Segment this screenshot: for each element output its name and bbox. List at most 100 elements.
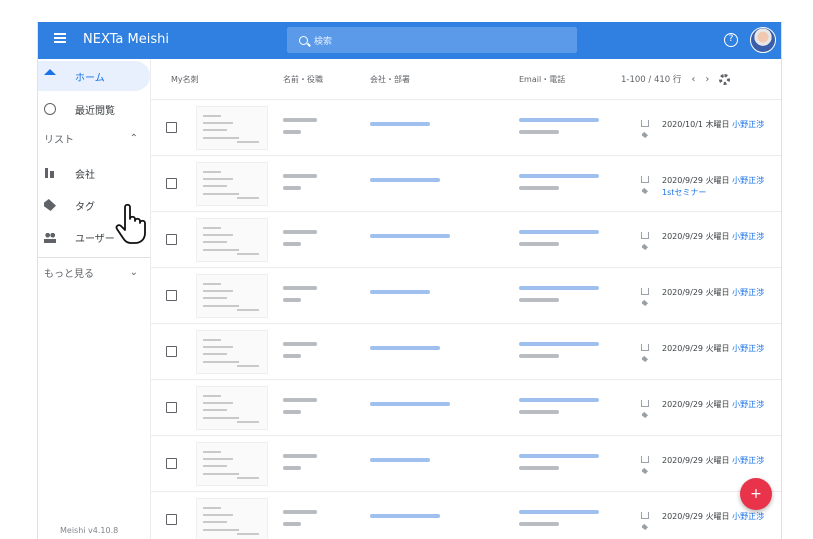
company-name-redacted[interactable] bbox=[370, 514, 440, 518]
row-checkbox[interactable] bbox=[166, 402, 177, 413]
share-icon[interactable] bbox=[641, 400, 649, 407]
table-row[interactable]: 2020/9/29 火曜日 小野正渉 bbox=[151, 267, 781, 323]
email-redacted[interactable] bbox=[519, 342, 599, 346]
table-row[interactable]: 2020/9/29 火曜日 小野正渉 1stセミナー bbox=[151, 155, 781, 211]
tag-icon[interactable] bbox=[642, 524, 648, 530]
share-icon[interactable] bbox=[641, 176, 649, 183]
tag-icon bbox=[44, 199, 56, 211]
company-name-redacted[interactable] bbox=[370, 122, 430, 126]
contact-name-redacted bbox=[283, 342, 317, 346]
search-icon bbox=[299, 35, 308, 45]
add-card-button[interactable]: + bbox=[740, 478, 772, 510]
owner-link[interactable]: 小野正渉 bbox=[732, 512, 764, 521]
email-redacted[interactable] bbox=[519, 230, 599, 234]
column-header-my-card[interactable]: My名刺 bbox=[171, 59, 199, 99]
column-header-name[interactable]: 名前・役職 bbox=[283, 59, 323, 99]
email-redacted[interactable] bbox=[519, 286, 599, 290]
owner-link[interactable]: 小野正渉 bbox=[732, 344, 764, 353]
contact-title-redacted bbox=[283, 410, 301, 414]
company-name-redacted[interactable] bbox=[370, 178, 440, 182]
company-name-redacted[interactable] bbox=[370, 402, 450, 406]
chevron-up-icon: ⌃ bbox=[129, 132, 138, 144]
phone-redacted bbox=[519, 354, 559, 358]
row-checkbox[interactable] bbox=[166, 178, 177, 189]
column-header-company[interactable]: 会社・部署 bbox=[370, 59, 410, 99]
sidebar-item-home[interactable]: ホーム bbox=[38, 61, 150, 91]
table-row[interactable]: 2020/9/29 火曜日 小野正渉 bbox=[151, 211, 781, 267]
tag-icon[interactable] bbox=[642, 244, 648, 250]
tag-icon[interactable] bbox=[642, 188, 648, 194]
email-redacted[interactable] bbox=[519, 174, 599, 178]
contact-title-redacted bbox=[283, 242, 301, 246]
table-row[interactable]: 2020/9/29 火曜日 小野正渉 bbox=[151, 435, 781, 491]
row-checkbox[interactable] bbox=[166, 514, 177, 525]
row-checkbox[interactable] bbox=[166, 346, 177, 357]
column-header-email[interactable]: Email・電話 bbox=[519, 59, 565, 99]
email-redacted[interactable] bbox=[519, 510, 599, 514]
business-card-thumbnail[interactable] bbox=[196, 330, 268, 374]
phone-redacted bbox=[519, 298, 559, 302]
pagination: 1-100 / 410 行 ‹ › bbox=[621, 59, 731, 99]
app-window: NEXTa Meishi 検索 ? ホーム 最近閲覧 リスト ⌃ 会社 タグ ユ… bbox=[37, 22, 782, 539]
avatar[interactable] bbox=[750, 27, 776, 53]
search-input[interactable]: 検索 bbox=[287, 27, 577, 53]
menu-icon[interactable] bbox=[54, 33, 66, 43]
next-page-icon[interactable]: › bbox=[705, 74, 709, 85]
row-checkbox[interactable] bbox=[166, 122, 177, 133]
section-list[interactable]: リスト ⌃ bbox=[38, 126, 150, 150]
business-card-thumbnail[interactable] bbox=[196, 498, 268, 539]
prev-page-icon[interactable]: ‹ bbox=[691, 74, 695, 85]
email-redacted[interactable] bbox=[519, 398, 599, 402]
owner-link[interactable]: 小野正渉 bbox=[732, 176, 764, 185]
section-more[interactable]: もっと見る ⌄ bbox=[38, 260, 150, 284]
email-redacted[interactable] bbox=[519, 118, 599, 122]
building-icon bbox=[44, 167, 56, 179]
tag-icon[interactable] bbox=[642, 468, 648, 474]
owner-link[interactable]: 小野正渉 bbox=[732, 232, 764, 241]
table-row[interactable]: 2020/9/29 火曜日 小野正渉 bbox=[151, 491, 781, 539]
exchange-date: 2020/9/29 火曜日 小野正渉 bbox=[662, 512, 765, 521]
sidebar-item-label: 会社 bbox=[75, 169, 95, 181]
business-card-thumbnail[interactable] bbox=[196, 274, 268, 318]
row-checkbox[interactable] bbox=[166, 458, 177, 469]
business-card-thumbnail[interactable] bbox=[196, 162, 268, 206]
row-checkbox[interactable] bbox=[166, 234, 177, 245]
row-checkbox[interactable] bbox=[166, 290, 177, 301]
share-icon[interactable] bbox=[641, 456, 649, 463]
business-card-thumbnail[interactable] bbox=[196, 218, 268, 262]
tag-icon[interactable] bbox=[642, 412, 648, 418]
home-icon bbox=[44, 69, 56, 81]
event-tag[interactable]: 1stセミナー bbox=[662, 187, 706, 198]
email-redacted[interactable] bbox=[519, 454, 599, 458]
share-icon[interactable] bbox=[641, 232, 649, 239]
section-label: リスト bbox=[44, 134, 74, 146]
company-name-redacted[interactable] bbox=[370, 458, 430, 462]
company-name-redacted[interactable] bbox=[370, 234, 450, 238]
table-row[interactable]: 2020/9/29 火曜日 小野正渉 bbox=[151, 323, 781, 379]
owner-link[interactable]: 小野正渉 bbox=[732, 120, 764, 129]
business-card-thumbnail[interactable] bbox=[196, 442, 268, 486]
share-icon[interactable] bbox=[641, 288, 649, 295]
company-name-redacted[interactable] bbox=[370, 290, 430, 294]
share-icon[interactable] bbox=[641, 120, 649, 127]
tag-icon[interactable] bbox=[642, 300, 648, 306]
share-icon[interactable] bbox=[641, 512, 649, 519]
contact-name-redacted bbox=[283, 454, 317, 458]
contact-name-redacted bbox=[283, 286, 317, 290]
tag-icon[interactable] bbox=[642, 356, 648, 362]
tag-icon[interactable] bbox=[642, 132, 648, 138]
table-row[interactable]: 2020/9/29 火曜日 小野正渉 bbox=[151, 379, 781, 435]
gear-icon[interactable] bbox=[719, 73, 731, 85]
business-card-thumbnail[interactable] bbox=[196, 106, 268, 150]
sidebar-item-recent[interactable]: 最近閲覧 bbox=[38, 94, 150, 124]
owner-link[interactable]: 小野正渉 bbox=[732, 288, 764, 297]
business-card-thumbnail[interactable] bbox=[196, 386, 268, 430]
company-name-redacted[interactable] bbox=[370, 346, 440, 350]
share-icon[interactable] bbox=[641, 344, 649, 351]
table-row[interactable]: 2020/10/1 木曜日 小野正渉 bbox=[151, 99, 781, 155]
version-label: Meishi v4.10.8 bbox=[60, 526, 119, 535]
owner-link[interactable]: 小野正渉 bbox=[732, 456, 764, 465]
sidebar-item-company[interactable]: 会社 bbox=[38, 158, 150, 188]
owner-link[interactable]: 小野正渉 bbox=[732, 400, 764, 409]
help-icon[interactable]: ? bbox=[724, 33, 738, 47]
